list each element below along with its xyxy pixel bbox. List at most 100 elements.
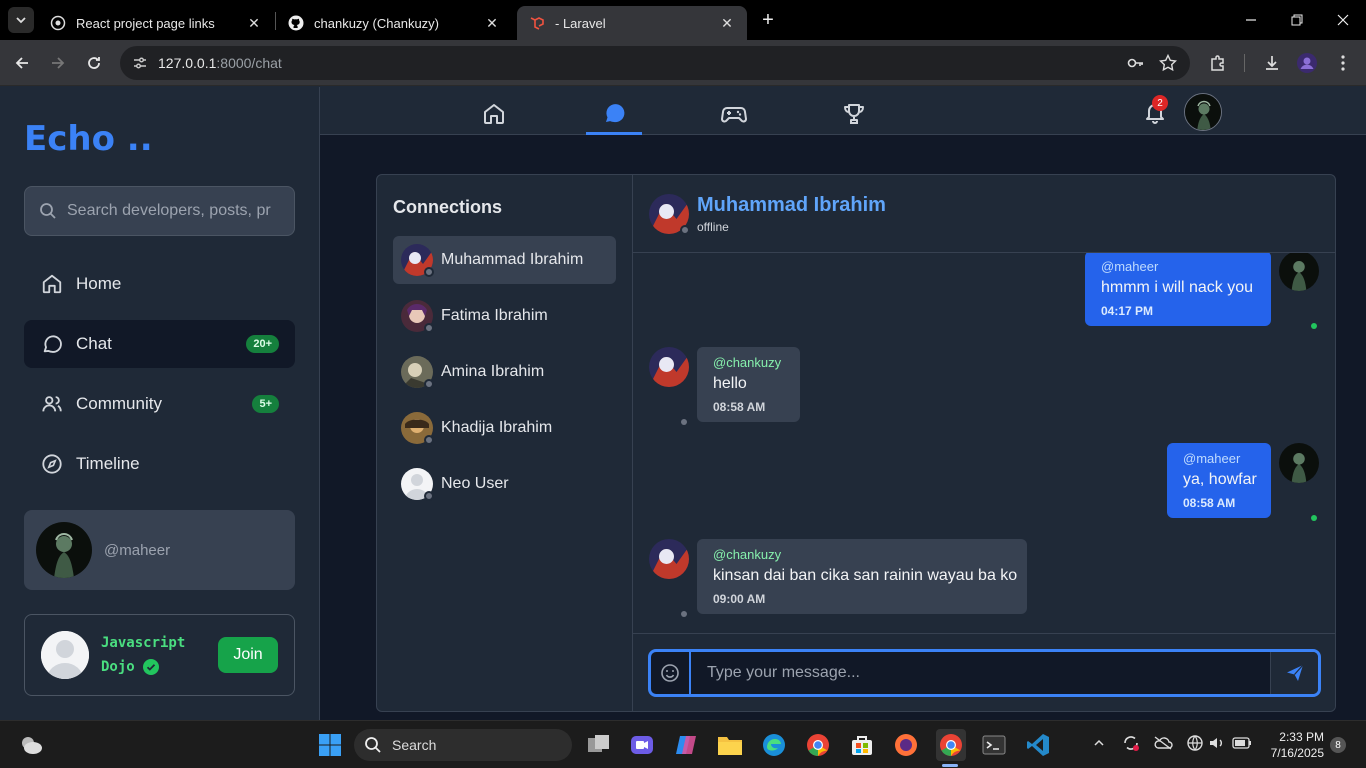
copilot-app[interactable] (672, 731, 700, 759)
restore-button[interactable] (1274, 0, 1320, 40)
close-tab-icon[interactable]: ✕ (719, 15, 735, 31)
nav-home-tab[interactable] (466, 93, 522, 135)
chat-bubble-icon (606, 103, 625, 122)
minimize-button[interactable] (1228, 0, 1274, 40)
new-tab-button[interactable]: + (756, 8, 780, 32)
star-icon (1159, 54, 1177, 72)
profile-button[interactable] (1294, 50, 1320, 76)
chrome-profile-app-active[interactable] (936, 729, 966, 761)
offline-status-dot (424, 323, 434, 333)
store-app[interactable] (848, 731, 876, 759)
sidebar-item-label: Timeline (76, 454, 140, 473)
close-window-button[interactable] (1320, 0, 1366, 40)
sidebar-item-chat[interactable]: Chat 20+ (24, 320, 295, 368)
profile-avatar[interactable] (1184, 93, 1222, 131)
send-button[interactable] (1270, 652, 1318, 694)
message-input[interactable] (691, 652, 1270, 694)
meet-app[interactable] (628, 731, 656, 759)
connection-item[interactable]: Neo User (393, 460, 616, 508)
message-bubble-sent: @maheer hmmm i will nack you 04:17 PM (1085, 253, 1271, 326)
offline-status-dot (680, 224, 690, 235)
message-author: @chankuzy (713, 355, 782, 370)
message-time: 08:58 AM (1183, 496, 1236, 510)
forward-button[interactable] (45, 50, 71, 76)
community-name[interactable]: Javascript Dojo (101, 631, 197, 679)
site-info-icon[interactable] (132, 55, 148, 71)
extensions-button[interactable] (1205, 50, 1231, 76)
sender-avatar (1279, 443, 1319, 483)
vscode-icon (1027, 734, 1049, 756)
browser-tab-laravel[interactable]: - Laravel ✕ (517, 6, 747, 40)
close-tab-icon[interactable]: ✕ (484, 15, 500, 31)
start-button[interactable] (316, 731, 344, 759)
vscode-app[interactable] (1024, 731, 1052, 759)
current-user-card[interactable]: @maheer (24, 510, 295, 590)
taskbar-clock[interactable]: 2:33 PM 7/16/2025 (1266, 729, 1324, 761)
chat-partner-name[interactable]: Muhammad Ibrahim (697, 194, 886, 217)
connection-item[interactable]: Khadija Ibrahim (393, 404, 616, 452)
browser-tab-react-links[interactable]: React project page links ✕ (38, 6, 274, 40)
emoji-button[interactable] (651, 652, 691, 694)
offline-status-dot (424, 379, 434, 389)
onedrive-tray-icon[interactable] (1153, 733, 1173, 753)
tab-search-dropdown[interactable] (8, 7, 34, 33)
show-hidden-icons-button[interactable] (1089, 733, 1109, 753)
active-app-indicator (942, 764, 958, 767)
chrome-app[interactable] (804, 731, 832, 759)
file-explorer-app[interactable] (716, 731, 744, 759)
sender-avatar (1279, 253, 1319, 291)
connection-item[interactable]: Fatima Ibrahim (393, 292, 616, 340)
downloads-button[interactable] (1259, 50, 1285, 76)
notification-center-badge[interactable]: 8 (1330, 737, 1346, 753)
sidebar-item-timeline[interactable]: Timeline (24, 440, 295, 488)
firefox-app[interactable] (892, 731, 920, 759)
browser-tab-github[interactable]: chankuzy (Chankuzy) ✕ (276, 6, 512, 40)
battery-tray-icon[interactable] (1232, 733, 1252, 753)
sidebar-item-home[interactable]: Home (24, 260, 295, 308)
sidebar-item-community[interactable]: Community 5+ (24, 380, 295, 428)
minimize-icon (1246, 19, 1256, 21)
github-icon (288, 15, 304, 31)
laravel-icon (529, 15, 545, 31)
smiley-icon (661, 664, 679, 682)
address-bar[interactable]: 127.0.0.1:8000/chat (120, 46, 1190, 80)
search-input[interactable] (67, 202, 277, 220)
password-key-button[interactable] (1123, 50, 1149, 76)
offline-status-dot (681, 611, 687, 617)
message-list: @maheer hmmm i will nack you 04:17 PM @c… (633, 253, 1335, 633)
sidebar-search (24, 186, 295, 236)
folder-icon (718, 737, 742, 755)
language-tray-icon[interactable] (1185, 733, 1205, 753)
reload-button[interactable] (81, 50, 107, 76)
app-logo[interactable]: Echo .. (24, 119, 153, 159)
connection-item[interactable]: Muhammad Ibrahim (393, 236, 616, 284)
message-text: ya, howfar (1183, 471, 1257, 488)
globe-icon (1187, 735, 1203, 751)
close-tab-icon[interactable]: ✕ (246, 15, 262, 31)
taskbar-search[interactable]: Search (354, 729, 572, 761)
task-view-app[interactable] (585, 731, 613, 759)
edge-app[interactable] (760, 731, 788, 759)
connection-item[interactable]: Amina Ibrahim (393, 348, 616, 396)
avatar (649, 193, 690, 235)
sidebar-item-label: Community (76, 394, 162, 413)
nav-leaderboard-tab[interactable] (826, 93, 882, 135)
chat-count-badge: 20+ (246, 335, 279, 353)
sidebar-item-label: Home (76, 274, 122, 293)
chrome-icon (940, 734, 962, 756)
connection-name: Amina Ibrahim (441, 363, 545, 380)
sync-tray-icon[interactable] (1121, 733, 1141, 753)
terminal-app[interactable] (980, 731, 1008, 759)
nav-chat-tab[interactable] (586, 93, 642, 135)
weather-widget[interactable] (18, 731, 46, 759)
message-time: 09:00 AM (713, 592, 766, 606)
bookmark-button[interactable] (1155, 50, 1181, 76)
nav-games-tab[interactable] (706, 93, 762, 135)
browser-menu-button[interactable] (1330, 50, 1356, 76)
connections-title: Connections (393, 197, 503, 217)
clock-time: 2:33 PM (1279, 730, 1324, 744)
message-bubble-sent: @maheer ya, howfar 08:58 AM (1167, 443, 1271, 518)
volume-tray-icon[interactable] (1207, 733, 1227, 753)
back-button[interactable] (9, 50, 35, 76)
join-community-button[interactable]: Join (218, 637, 278, 673)
